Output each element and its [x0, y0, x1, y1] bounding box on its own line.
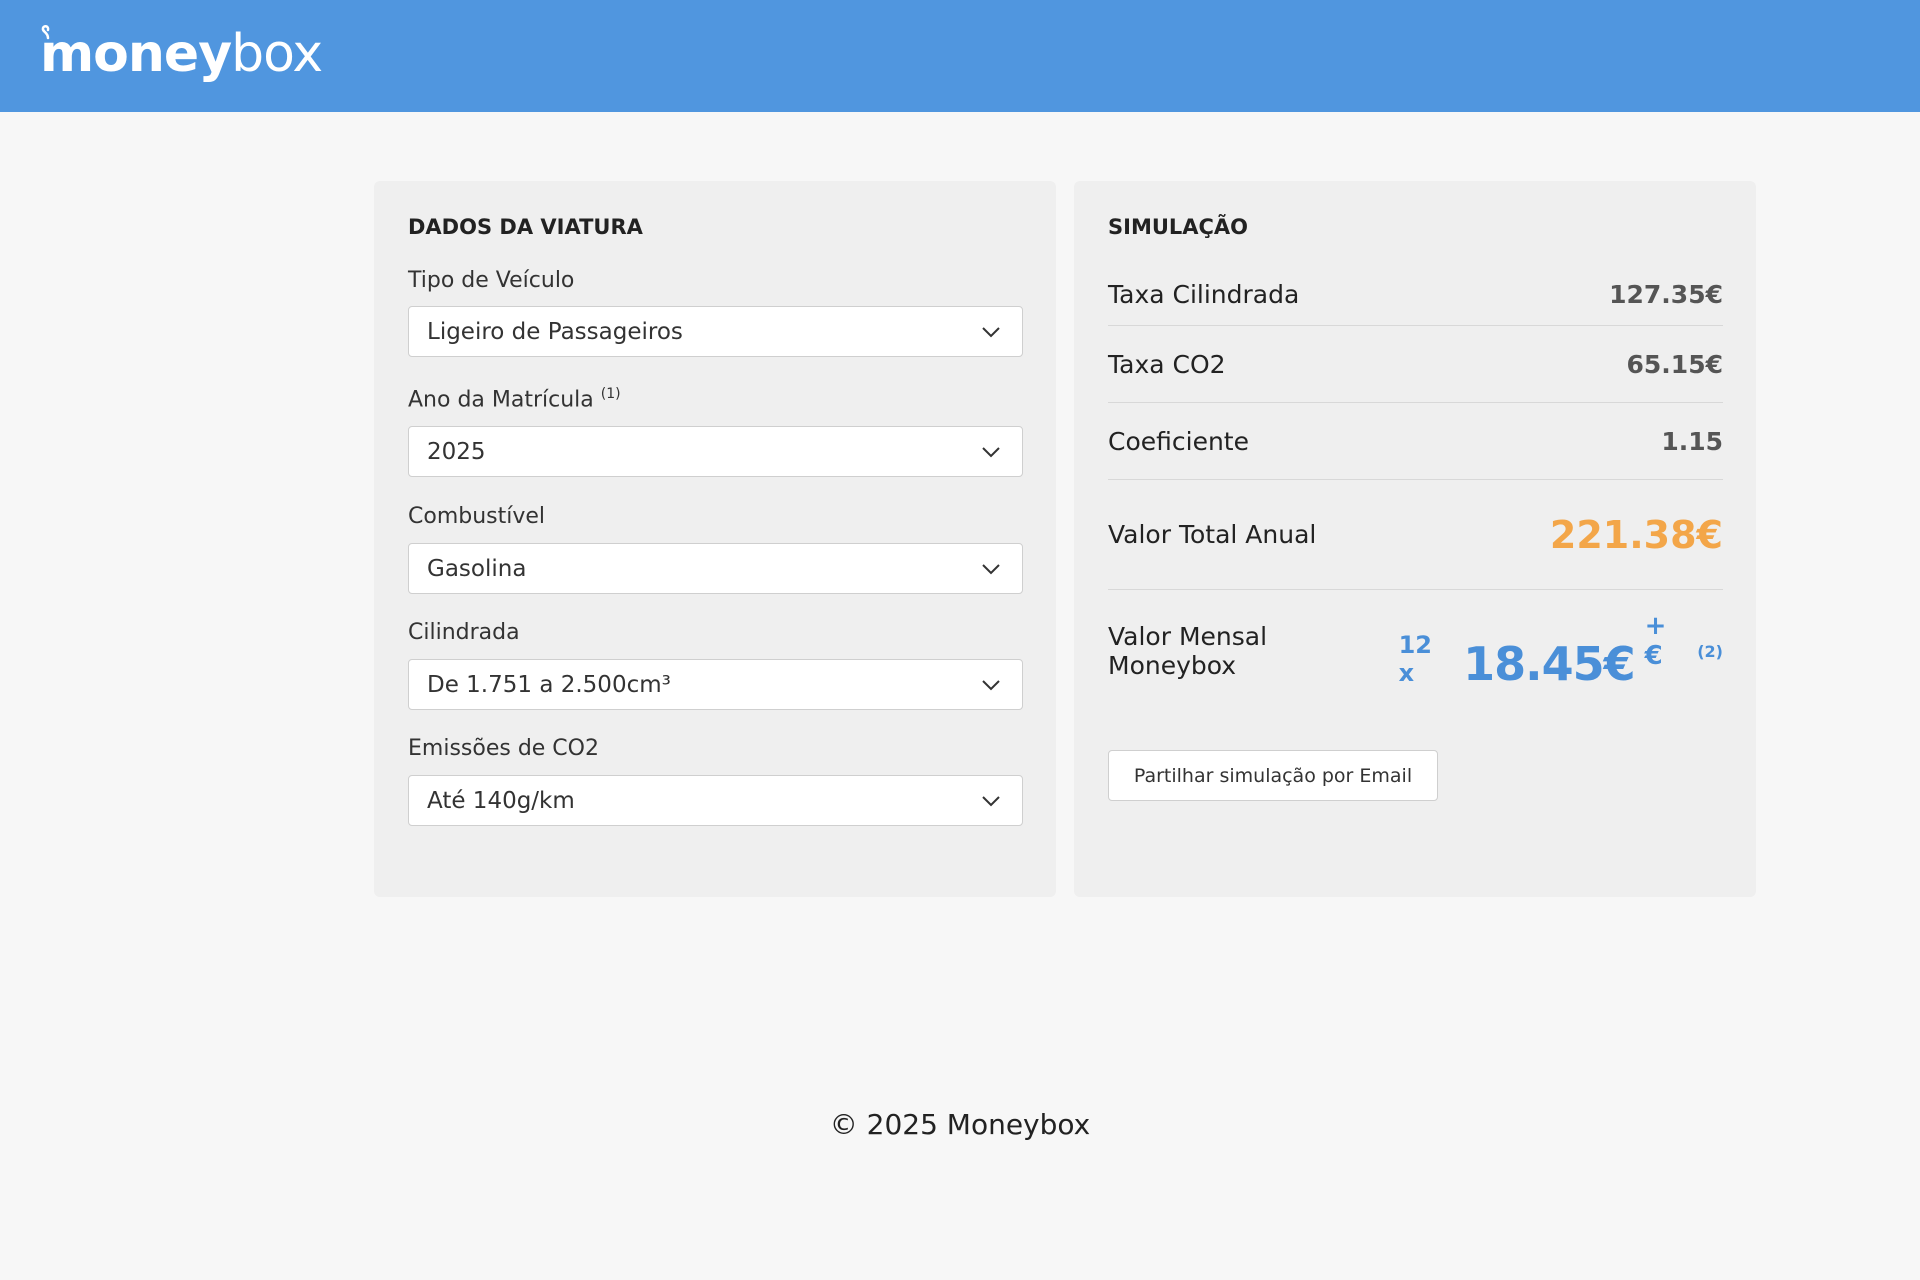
- displacement-label: Cilindrada: [408, 620, 520, 645]
- chevron-down-icon: [982, 447, 1000, 458]
- co2-tax-value: 65.15€: [1626, 349, 1723, 379]
- co2-tax-label: Taxa CO2: [1108, 349, 1226, 379]
- vehicle-type-label: Tipo de Veículo: [408, 268, 574, 293]
- co2-emissions-label: Emissões de CO2: [408, 736, 599, 761]
- monthly-value-label: Valor Mensal Moneybox: [1108, 622, 1268, 680]
- monthly-times: 12 x: [1398, 631, 1432, 687]
- vehicle-data-panel: DADOS DA VIATURA Tipo de Veículo Ligeiro…: [374, 181, 1056, 897]
- vehicle-type-value: Ligeiro de Passageiros: [427, 318, 683, 345]
- fuel-value: Gasolina: [427, 555, 527, 582]
- displacement-select[interactable]: De 1.751 a 2.500cm³: [408, 659, 1023, 710]
- co2-tax-row: Taxa CO2 65.15€: [1108, 326, 1723, 403]
- monthly-value-row: Valor Mensal Moneybox 12 x 18.45€ + € (2…: [1108, 590, 1723, 712]
- displacement-label-text: Cilindrada: [408, 620, 520, 645]
- simulation-title: SIMULAÇÃO: [1108, 215, 1249, 239]
- registration-year-select[interactable]: 2025: [408, 426, 1023, 477]
- co2-emissions-value: Até 140g/km: [427, 787, 575, 814]
- footer-copyright: © 2025 Moneybox: [829, 1108, 1091, 1141]
- registration-year-value: 2025: [427, 438, 486, 465]
- registration-year-footnote: (1): [600, 386, 621, 402]
- logo-swirl-icon: [41, 25, 50, 40]
- chevron-down-icon: [982, 796, 1000, 807]
- displacement-tax-value: 127.35€: [1609, 280, 1723, 309]
- share-by-email-button[interactable]: Partilhar simulação por Email: [1108, 750, 1438, 801]
- displacement-value: De 1.751 a 2.500cm³: [427, 671, 671, 698]
- coefficient-row: Coeficiente 1.15: [1108, 403, 1723, 480]
- fuel-label: Combustível: [408, 504, 545, 529]
- chevron-down-icon: [982, 680, 1000, 691]
- co2-emissions-label-text: Emissões de CO2: [408, 736, 599, 761]
- logo-money-text: money: [40, 24, 232, 84]
- annual-total-value: 221.38€: [1549, 512, 1723, 557]
- vehicle-type-select[interactable]: Ligeiro de Passageiros: [408, 306, 1023, 357]
- coefficient-label: Coeficiente: [1108, 426, 1249, 456]
- chevron-down-icon: [982, 564, 1000, 575]
- fuel-label-text: Combustível: [408, 504, 546, 529]
- moneybox-logo[interactable]: money box: [40, 18, 323, 90]
- displacement-tax-label: Taxa Cilindrada: [1108, 280, 1300, 309]
- monthly-plus: + €: [1644, 611, 1667, 671]
- co2-emissions-select[interactable]: Até 140g/km: [408, 775, 1023, 826]
- fuel-select[interactable]: Gasolina: [408, 543, 1023, 594]
- registration-year-label: Ano da Matrícula (1): [408, 386, 621, 412]
- annual-total-label: Valor Total Anual: [1108, 520, 1317, 549]
- annual-total-row: Valor Total Anual 221.38€: [1108, 480, 1723, 590]
- vehicle-data-title: DADOS DA VIATURA: [408, 215, 643, 239]
- monthly-amount: 18.45€: [1463, 637, 1636, 691]
- chevron-down-icon: [982, 327, 1000, 338]
- monthly-value: 12 x 18.45€ + € (2): [1399, 611, 1723, 691]
- displacement-tax-row: Taxa Cilindrada 127.35€: [1108, 264, 1723, 326]
- simulation-panel: SIMULAÇÃO Taxa Cilindrada 127.35€ Taxa C…: [1074, 181, 1756, 897]
- coefficient-value: 1.15: [1661, 426, 1723, 456]
- logo-box-text: box: [231, 24, 323, 84]
- header: money box: [0, 0, 1920, 112]
- registration-year-label-text: Ano da Matrícula: [408, 387, 594, 413]
- monthly-footnote: (2): [1697, 642, 1723, 661]
- vehicle-type-label-text: Tipo de Veículo: [408, 268, 575, 293]
